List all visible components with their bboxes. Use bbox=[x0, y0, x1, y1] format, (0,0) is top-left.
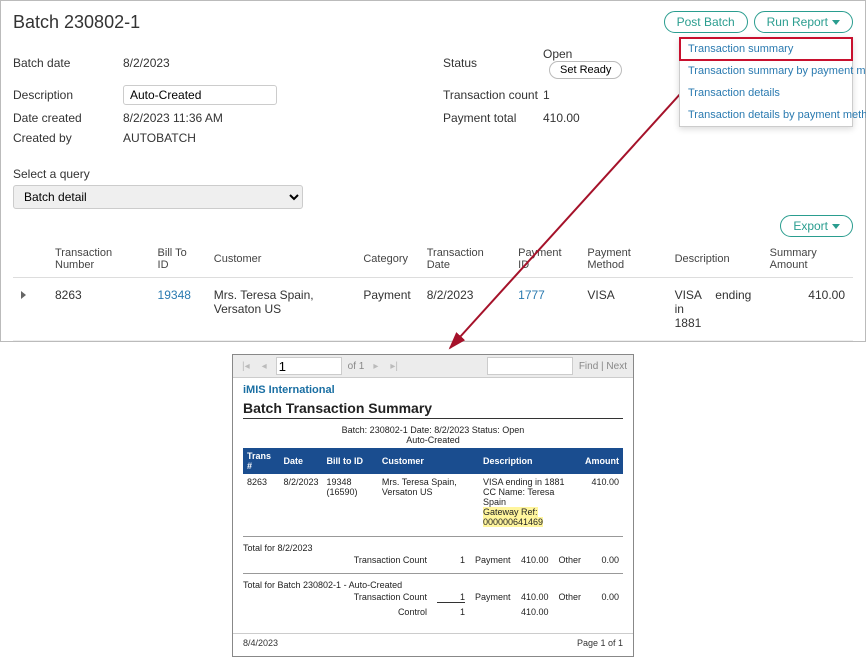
menu-transaction-summary-by-payment[interactable]: Transaction summary by payment method bbox=[680, 60, 852, 82]
cell-customer: Mrs. Teresa Spain, Versaton US bbox=[206, 278, 356, 341]
chevron-down-icon bbox=[832, 224, 840, 229]
payment-total-label: Payment total bbox=[443, 111, 543, 125]
gateway-ref-highlight: Gateway Ref: 000000641469 bbox=[483, 507, 543, 527]
transactions-grid: Transaction Number Bill To ID Customer C… bbox=[13, 241, 853, 341]
rcol-amount: Amount bbox=[581, 448, 623, 474]
run-report-label: Run Report bbox=[767, 15, 828, 29]
find-next-label: Find | Next bbox=[579, 361, 627, 372]
page-next-icon[interactable]: ▸ bbox=[370, 361, 381, 372]
page-last-icon[interactable]: ▸| bbox=[387, 361, 401, 372]
report-row: 8263 8/2/2023 19348 (16590) Mrs. Teresa … bbox=[243, 474, 623, 530]
page-number-input[interactable] bbox=[276, 357, 342, 375]
rcol-bill-to: Bill to ID bbox=[323, 448, 378, 474]
created-by-label: Created by bbox=[13, 131, 123, 145]
menu-transaction-details[interactable]: Transaction details bbox=[680, 82, 852, 104]
status-value: Open bbox=[543, 47, 572, 61]
post-batch-button[interactable]: Post Batch bbox=[664, 11, 748, 33]
txn-count-value: 1 bbox=[543, 88, 643, 102]
cell-payment-id[interactable]: 1777 bbox=[518, 288, 545, 302]
chevron-down-icon bbox=[832, 20, 840, 25]
col-bill-to-id[interactable]: Bill To ID bbox=[150, 241, 206, 278]
expand-row-icon[interactable] bbox=[21, 291, 26, 299]
export-label: Export bbox=[793, 219, 828, 233]
report-footer-page: Page 1 of 1 bbox=[577, 638, 623, 648]
col-category[interactable]: Category bbox=[355, 241, 418, 278]
report-preview: |◂ ◂ of 1 ▸ ▸| Find | Next iMIS Internat… bbox=[232, 354, 634, 657]
report-subtitle-1: Batch: 230802-1 Date: 8/2/2023 Status: O… bbox=[243, 425, 623, 435]
set-ready-button[interactable]: Set Ready bbox=[549, 61, 622, 79]
page-title: Batch 230802-1 bbox=[13, 12, 140, 33]
report-footer-date: 8/4/2023 bbox=[243, 638, 278, 648]
totals-date-header: Total for 8/2/2023 bbox=[243, 543, 623, 553]
col-amount[interactable]: Summary Amount bbox=[762, 241, 853, 278]
col-customer[interactable]: Customer bbox=[206, 241, 356, 278]
cell-txn-date: 8/2/2023 bbox=[419, 278, 510, 341]
col-txn-number[interactable]: Transaction Number bbox=[47, 241, 150, 278]
select-query-label: Select a query bbox=[13, 167, 853, 181]
status-label: Status bbox=[443, 56, 543, 70]
col-payment-method[interactable]: Payment Method bbox=[579, 241, 666, 278]
rcol-customer: Customer bbox=[378, 448, 479, 474]
description-label: Description bbox=[13, 88, 123, 102]
date-created-value: 8/2/2023 11:36 AM bbox=[123, 111, 323, 125]
batch-date-label: Batch date bbox=[13, 56, 123, 70]
batch-date-value: 8/2/2023 bbox=[123, 56, 323, 70]
export-button[interactable]: Export bbox=[780, 215, 853, 237]
cell-payment-method: VISA bbox=[579, 278, 666, 341]
payment-total-value: 410.00 bbox=[543, 111, 643, 125]
report-toolbar: |◂ ◂ of 1 ▸ ▸| Find | Next bbox=[233, 355, 633, 378]
page-of-label: of 1 bbox=[348, 361, 365, 372]
rcol-desc: Description bbox=[479, 448, 581, 474]
rcol-date: Date bbox=[279, 448, 322, 474]
rcol-trans: Trans # bbox=[243, 448, 279, 474]
col-description[interactable]: Description bbox=[667, 241, 762, 278]
description-input[interactable] bbox=[123, 85, 277, 105]
cell-txn-number: 8263 bbox=[47, 278, 150, 341]
col-txn-date[interactable]: Transaction Date bbox=[419, 241, 510, 278]
run-report-menu: Transaction summary Transaction summary … bbox=[679, 37, 853, 127]
date-created-label: Date created bbox=[13, 111, 123, 125]
select-query-dropdown[interactable]: Batch detail bbox=[13, 185, 303, 209]
col-payment-id[interactable]: Payment ID bbox=[510, 241, 579, 278]
cell-amount: 410.00 bbox=[762, 278, 853, 341]
table-row[interactable]: 8263 19348 Mrs. Teresa Spain, Versaton U… bbox=[13, 278, 853, 341]
txn-count-label: Transaction count bbox=[443, 88, 543, 102]
menu-transaction-details-by-payment[interactable]: Transaction details by payment method bbox=[680, 104, 852, 126]
report-find-input[interactable] bbox=[487, 357, 573, 375]
report-title: Batch Transaction Summary bbox=[243, 400, 623, 419]
report-table: Trans # Date Bill to ID Customer Descrip… bbox=[243, 448, 623, 530]
created-by-value: AUTOBATCH bbox=[123, 131, 323, 145]
batch-panel: Batch 230802-1 Post Batch Run Report Tra… bbox=[0, 0, 866, 342]
run-report-button[interactable]: Run Report bbox=[754, 11, 853, 33]
report-org: iMIS International bbox=[243, 384, 623, 396]
cell-category: Payment bbox=[355, 278, 418, 341]
page-first-icon[interactable]: |◂ bbox=[239, 361, 253, 372]
menu-transaction-summary[interactable]: Transaction summary bbox=[679, 37, 853, 61]
report-subtitle-2: Auto-Created bbox=[243, 435, 623, 445]
totals-batch-header: Total for Batch 230802-1 - Auto-Created bbox=[243, 580, 623, 590]
page-prev-icon[interactable]: ◂ bbox=[259, 361, 270, 372]
cell-bill-to-id[interactable]: 19348 bbox=[158, 288, 191, 302]
cell-description: VISA ending in 1881 bbox=[667, 278, 762, 341]
